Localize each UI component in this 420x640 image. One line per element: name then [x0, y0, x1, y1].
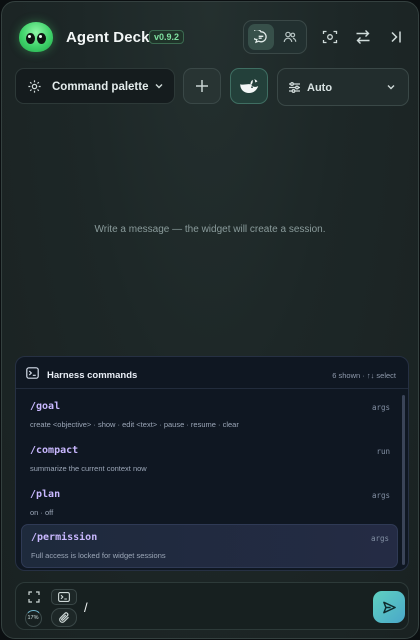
paperclip-icon: [59, 612, 69, 623]
new-session-button[interactable]: [183, 68, 221, 104]
send-icon: [382, 601, 396, 613]
chat-view-button[interactable]: [248, 24, 274, 50]
command-palette-dropdown[interactable]: Command palette: [15, 68, 175, 104]
command-kind: args: [371, 491, 390, 500]
plus-icon: [196, 80, 208, 92]
command-name: /plan: [30, 489, 61, 500]
chevron-down-icon: [387, 85, 395, 90]
view-switcher: [243, 20, 307, 54]
context-usage-ring: 17%: [24, 610, 42, 627]
agent-deck-window: Agent Deck v0.9.2 Command palette Auto W…: [1, 1, 419, 639]
panel-meta: 6 shown · ↑↓ select: [332, 371, 396, 380]
command-description: create <objective> · show · edit <text> …: [30, 420, 239, 429]
chat-icon: [254, 30, 267, 44]
composer: 17% /: [15, 582, 409, 630]
swap-icon: [356, 30, 370, 44]
team-view-button[interactable]: [277, 24, 303, 50]
collapse-panel-icon: [391, 31, 401, 43]
users-icon: [283, 31, 297, 43]
attach-button[interactable]: [51, 608, 77, 627]
empty-state-message: Write a message — the widget will create…: [94, 224, 326, 235]
deepseek-button[interactable]: [230, 68, 268, 104]
harness-commands-header: Harness commands 6 shown · ↑↓ select: [16, 357, 408, 389]
screenshot-button[interactable]: [318, 25, 342, 49]
command-kind: run: [376, 447, 390, 456]
app-title: Agent Deck: [66, 29, 150, 46]
chevron-down-icon: [155, 84, 163, 89]
command-item-goal[interactable]: /goal args create <objective> · show · e…: [21, 394, 398, 438]
command-name: /goal: [30, 401, 61, 412]
version-badge: v0.9.2: [149, 30, 185, 44]
swap-button[interactable]: [351, 25, 375, 49]
sliders-icon: [289, 82, 300, 93]
screenshot-icon: [322, 30, 338, 44]
model-select-label: Auto: [307, 82, 333, 94]
header: Agent Deck v0.9.2: [2, 2, 418, 64]
terminal-icon: [26, 367, 39, 379]
command-description: on · off: [30, 508, 54, 517]
model-select[interactable]: Auto: [277, 68, 409, 106]
gear-icon: [28, 80, 41, 93]
command-description: summarize the current context now: [30, 464, 147, 473]
message-input[interactable]: /: [84, 600, 88, 615]
panel-scrollbar[interactable]: [402, 395, 405, 565]
expand-button[interactable]: [21, 589, 47, 605]
command-item-permission[interactable]: /permission args Full access is locked f…: [21, 524, 398, 568]
command-kind: args: [370, 534, 389, 543]
command-kind: args: [371, 403, 390, 412]
command-name: /compact: [30, 445, 79, 456]
command-item-compact[interactable]: /compact run summarize the current conte…: [21, 438, 398, 482]
whale-icon: [240, 79, 259, 93]
command-description: Full access is locked for widget session…: [31, 551, 166, 560]
panel-title: Harness commands: [47, 370, 138, 381]
collapse-panel-button[interactable]: [384, 25, 408, 49]
harness-commands-panel: Harness commands 6 shown · ↑↓ select /go…: [15, 356, 409, 571]
expand-icon: [28, 591, 40, 603]
command-palette-label: Command palette: [52, 81, 149, 93]
send-button[interactable]: [373, 591, 405, 623]
command-name: /permission: [31, 532, 98, 543]
app-logo: [19, 22, 53, 52]
terminal-icon: [58, 592, 70, 602]
terminal-button[interactable]: [51, 589, 77, 605]
command-item-plan[interactable]: /plan args on · off: [21, 482, 398, 526]
